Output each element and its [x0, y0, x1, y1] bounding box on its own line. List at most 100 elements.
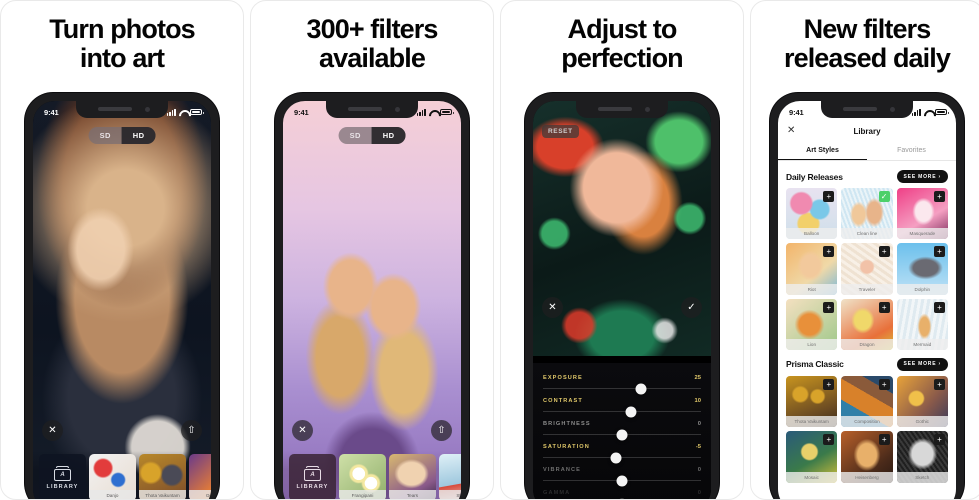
section-header-prisma-classic: Prisma Classic SEE MORE › [786, 357, 948, 371]
status-indicators [911, 108, 949, 116]
filter-thumb[interactable]: Thota Vaikuntam [139, 454, 186, 499]
status-indicators [416, 108, 454, 116]
filter-thumb[interactable]: Frangipani [339, 454, 386, 499]
add-badge[interactable]: + [823, 191, 835, 202]
see-more-button[interactable]: SEE MORE › [896, 357, 948, 371]
slider-label: VIBRANCE [543, 467, 582, 473]
cellular-signal-icon [166, 108, 176, 116]
slider-value: 0 [697, 490, 701, 496]
style-grid-classic[interactable]: + Thota Vaikuntam + Composition + Gothic [786, 375, 948, 483]
add-badge[interactable]: + [823, 246, 835, 258]
slider-knob[interactable] [635, 383, 647, 394]
slider-knob[interactable] [625, 406, 637, 417]
add-badge[interactable]: + [933, 378, 945, 390]
style-card[interactable]: ✓ Clean line [841, 188, 893, 240]
style-grid-daily[interactable]: + Balloon ✓ Clean line + Masquerade + Ri… [786, 188, 948, 350]
see-more-button[interactable]: SEE MORE › [896, 170, 948, 183]
tab-art-styles[interactable]: Art Styles [778, 142, 867, 160]
slider-knob[interactable] [616, 475, 628, 486]
add-badge[interactable]: + [933, 301, 945, 313]
add-badge[interactable]: + [878, 378, 890, 390]
style-card[interactable]: + Dragon [841, 298, 893, 350]
preview-card-2[interactable]: 300+ filters available 9:41 SD HD ✕ ⇧ A … [250, 0, 494, 500]
style-card[interactable]: + Dolphin [896, 243, 948, 295]
style-card[interactable]: + Lion [786, 298, 838, 350]
style-name: Riot [786, 283, 838, 295]
battery-icon [935, 109, 949, 115]
slider-knob[interactable] [616, 429, 628, 440]
style-card[interactable]: + Thota Vaikuntam [786, 375, 838, 428]
style-card[interactable]: + Traveler [841, 243, 893, 295]
library-button[interactable]: A LIBRARY [289, 454, 336, 499]
add-badge[interactable]: + [878, 246, 890, 258]
library-content[interactable]: Daily Releases SEE MORE › + Balloon ✓ Cl… [778, 162, 956, 499]
add-badge[interactable]: + [933, 246, 945, 258]
style-card[interactable]: + Balloon [786, 188, 838, 240]
confirm-button[interactable]: ✓ [681, 297, 702, 318]
share-button[interactable]: ⇧ [431, 420, 452, 441]
style-card[interactable]: + Masquerade [896, 188, 948, 240]
add-badge[interactable]: + [823, 301, 835, 313]
quality-option-hd[interactable]: HD [371, 127, 406, 144]
earpiece-speaker [598, 107, 632, 111]
add-badge[interactable]: + [823, 434, 835, 446]
close-icon[interactable]: ✕ [787, 125, 795, 136]
quality-toggle[interactable]: SD HD [88, 127, 156, 144]
slider-exposure[interactable]: EXPOSURE 25 [543, 375, 701, 394]
filter-thumb[interactable]: Storm [439, 454, 461, 499]
slider-knob[interactable] [610, 452, 622, 463]
style-card[interactable]: + Gothic [896, 375, 948, 428]
style-name: Sketch [896, 471, 948, 483]
battery-icon [690, 109, 702, 115]
share-button[interactable]: ⇧ [181, 420, 202, 441]
slider-value: 10 [694, 398, 701, 404]
status-time: 9:41 [44, 107, 59, 117]
cellular-signal-icon [911, 108, 921, 116]
slider-vibrance[interactable]: VIBRANCE 0 [543, 467, 701, 486]
slider-label: CONTRAST [543, 398, 583, 404]
photo-texture-overlay [33, 101, 211, 499]
add-badge[interactable]: + [823, 378, 835, 390]
slider-contrast[interactable]: CONTRAST 10 [543, 398, 701, 417]
wifi-icon [924, 109, 932, 116]
preview-card-1[interactable]: Turn photos into art 9:41 SD HD ✕ ⇧ A LI… [0, 0, 244, 500]
slider-gamma[interactable]: GAMMA 0 [543, 490, 701, 499]
quality-option-hd[interactable]: HD [121, 127, 156, 144]
reset-button[interactable]: RESET [542, 125, 579, 138]
add-badge[interactable]: + [933, 434, 945, 446]
filter-strip[interactable]: A LIBRARY Frangipani Tears Storm [283, 451, 461, 499]
quality-option-sd[interactable]: SD [339, 127, 372, 144]
style-card[interactable]: + Composition [841, 375, 893, 428]
close-button[interactable]: ✕ [42, 420, 63, 441]
added-badge[interactable]: ✓ [878, 191, 890, 202]
add-badge[interactable]: + [933, 191, 945, 202]
preview-card-4[interactable]: New filters released daily 9:41 ✕ Librar… [750, 0, 979, 500]
filter-thumb[interactable]: Tears [389, 454, 436, 499]
wifi-icon [429, 109, 437, 116]
preview-card-3[interactable]: Adjust to perfection 9:41 RESET [500, 0, 744, 500]
wifi-icon [179, 109, 187, 116]
style-name: Heisenberg [841, 471, 893, 483]
style-card[interactable]: + Riot [786, 243, 838, 295]
adjustment-panel[interactable]: EXPOSURE 25 CONTRAST 10 BRIGHTNESS 0 SAT… [533, 363, 711, 499]
tab-favorites[interactable]: Favorites [867, 142, 956, 160]
cancel-button[interactable]: ✕ [542, 297, 563, 318]
style-card[interactable]: + Heisenberg [841, 431, 893, 483]
library-button[interactable]: A LIBRARY [39, 454, 86, 499]
library-tabs[interactable]: Art Styles Favorites [778, 142, 956, 161]
filter-strip[interactable]: A LIBRARY Danjo Thota Vaikuntam Gothic [33, 451, 211, 499]
quality-option-sd[interactable]: SD [89, 127, 122, 144]
filter-thumb[interactable]: Gothic [189, 454, 211, 499]
close-button[interactable]: ✕ [292, 420, 313, 441]
filter-thumb[interactable]: Danjo [89, 454, 136, 499]
filter-name: Tears [389, 490, 436, 499]
slider-saturation[interactable]: SATURATION -5 [543, 444, 701, 463]
slider-brightness[interactable]: BRIGHTNESS 0 [543, 421, 701, 440]
add-badge[interactable]: + [878, 434, 890, 446]
phone-screen: 9:41 ✕ Library Art Styles Favorites Dail… [778, 101, 956, 499]
style-card[interactable]: + Mosaic [786, 431, 838, 483]
style-card[interactable]: + Sketch [896, 431, 948, 483]
quality-toggle[interactable]: SD HD [338, 127, 406, 144]
add-badge[interactable]: + [878, 301, 890, 313]
style-card[interactable]: + Mermaid [896, 298, 948, 350]
